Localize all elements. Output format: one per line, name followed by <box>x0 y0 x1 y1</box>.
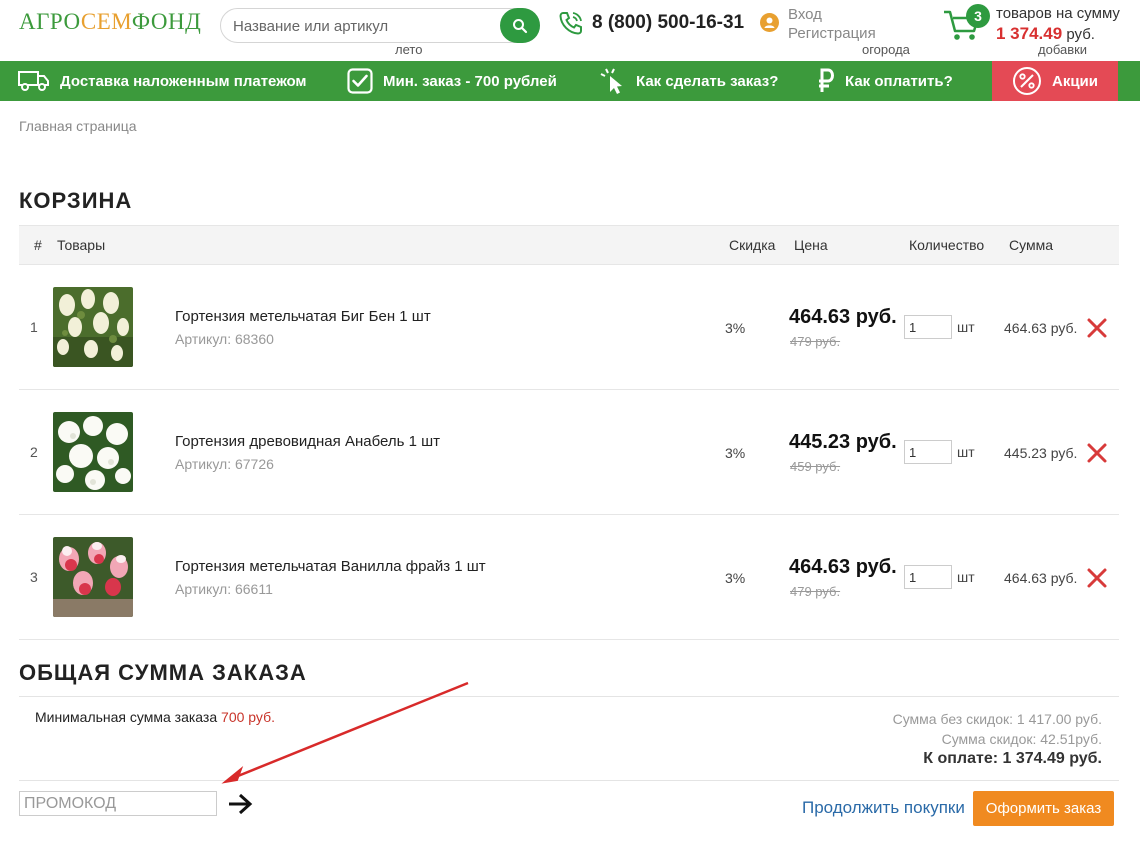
product-price: 445.23 руб. <box>789 431 897 453</box>
min-order-info[interactable]: Мин. заказ - 700 рублей <box>347 61 557 101</box>
total-discount: Сумма скидок: 42.51руб. <box>941 731 1102 747</box>
cart-row: 3 Гортензия метельчатая Ванилла фрайз 1 … <box>19 515 1119 640</box>
nav-hint-summer[interactable]: лето <box>395 42 422 57</box>
product-title[interactable]: Гортензия древовидная Анабель 1 шт <box>175 433 440 450</box>
product-discount: 3% <box>725 445 746 461</box>
divider <box>19 696 1119 697</box>
breadcrumb-home[interactable]: Главная страница <box>19 118 137 134</box>
how-to-order-link[interactable]: Как сделать заказ? <box>600 61 778 101</box>
product-sum: 464.63 руб. <box>1004 570 1078 586</box>
col-sum: Сумма <box>1009 237 1053 253</box>
product-title[interactable]: Гортензия метельчатая Биг Бен 1 шт <box>175 308 431 325</box>
truck-icon <box>18 71 49 91</box>
product-old-price: 479 руб. <box>790 334 841 349</box>
product-sum: 464.63 руб. <box>1004 320 1078 336</box>
promo-code-input[interactable] <box>19 791 217 816</box>
cart-sum: 1 374.49 <box>996 24 1063 43</box>
cart-row: 1 Гортензия метельчатая Биг Бен 1 шт Арт… <box>19 265 1119 390</box>
phone-icon <box>559 12 582 35</box>
search-input[interactable] <box>233 16 493 36</box>
total-no-discount: Сумма без скидок: 1 417.00 руб. <box>892 711 1102 727</box>
site-header: АГРОСЕМФОНД лето огорода добавки 8 (800)… <box>0 0 1140 60</box>
product-old-price: 459 руб. <box>790 459 841 474</box>
product-discount: 3% <box>725 320 746 336</box>
search-box <box>220 8 540 43</box>
search-button[interactable] <box>500 8 540 43</box>
quantity-input[interactable] <box>904 440 952 464</box>
product-article: Артикул: 68360 <box>175 331 274 347</box>
checkout-button[interactable]: Оформить заказ <box>973 791 1114 826</box>
col-goods: Товары <box>57 237 106 253</box>
product-image[interactable] <box>53 412 133 492</box>
col-discount: Скидка <box>729 237 776 253</box>
ruble-icon <box>819 68 834 92</box>
total-to-pay: К оплате: 1 374.49 руб. <box>923 750 1102 767</box>
checkbox-icon <box>347 68 373 94</box>
apply-promo-arrow-icon[interactable] <box>227 793 253 815</box>
product-article: Артикул: 66611 <box>175 581 273 597</box>
info-bar: Доставка наложенным платежом Мин. заказ … <box>0 61 1140 101</box>
account-block: Вход Регистрация <box>760 5 876 43</box>
col-qty: Количество <box>909 237 985 253</box>
remove-item-icon[interactable] <box>1086 442 1108 464</box>
product-price: 464.63 руб. <box>789 306 897 328</box>
product-price: 464.63 руб. <box>789 556 897 578</box>
product-image[interactable] <box>53 287 133 367</box>
login-link[interactable]: Вход <box>788 5 876 24</box>
quantity-input[interactable] <box>904 565 952 589</box>
phone-contact[interactable]: 8 (800) 500-16-31 <box>558 10 744 36</box>
cart-table-header: # Товары Скидка Цена Количество Сумма <box>19 225 1119 265</box>
continue-shopping-link[interactable]: Продолжить покупки <box>802 798 965 818</box>
annotation-arrow <box>221 681 469 784</box>
product-sum: 445.23 руб. <box>1004 445 1078 461</box>
register-link[interactable]: Регистрация <box>788 24 876 43</box>
product-image[interactable] <box>53 537 133 617</box>
phone-number: 8 (800) 500-16-31 <box>592 12 745 33</box>
percent-icon <box>1012 67 1041 95</box>
divider <box>19 780 1119 781</box>
header-cart[interactable]: 3 товаров на сумму 1 374.49 руб. <box>942 4 1120 49</box>
remove-item-icon[interactable] <box>1086 317 1108 339</box>
remove-item-icon[interactable] <box>1086 567 1108 589</box>
nav-hint-garden[interactable]: огорода <box>862 42 910 57</box>
user-icon <box>760 13 779 32</box>
site-logo[interactable]: АГРОСЕМФОНД <box>19 9 201 35</box>
cart-count-badge: 3 <box>966 4 990 28</box>
product-discount: 3% <box>725 570 746 586</box>
promotions-button[interactable]: Акции <box>992 61 1118 101</box>
cart-summary: товаров на сумму 1 374.49 руб. <box>996 5 1120 43</box>
cursor-click-icon <box>600 68 622 94</box>
cart-row: 2 Гортензия древовидная Анабель 1 шт Арт… <box>19 390 1119 515</box>
quantity-input[interactable] <box>904 315 952 339</box>
product-title[interactable]: Гортензия метельчатая Ванилла фрайз 1 шт <box>175 558 486 575</box>
col-price: Цена <box>794 237 828 253</box>
how-to-pay-link[interactable]: Как оплатить? <box>817 61 953 101</box>
product-old-price: 479 руб. <box>790 584 841 599</box>
product-article: Артикул: 67726 <box>175 456 274 472</box>
search-icon <box>513 18 528 33</box>
order-totals: Сумма без скидок: 1 417.00 руб. Сумма ск… <box>893 709 1102 769</box>
cart-title: Корзина <box>19 188 133 213</box>
delivery-info[interactable]: Доставка наложенным платежом <box>18 61 307 101</box>
col-num: # <box>34 237 42 253</box>
